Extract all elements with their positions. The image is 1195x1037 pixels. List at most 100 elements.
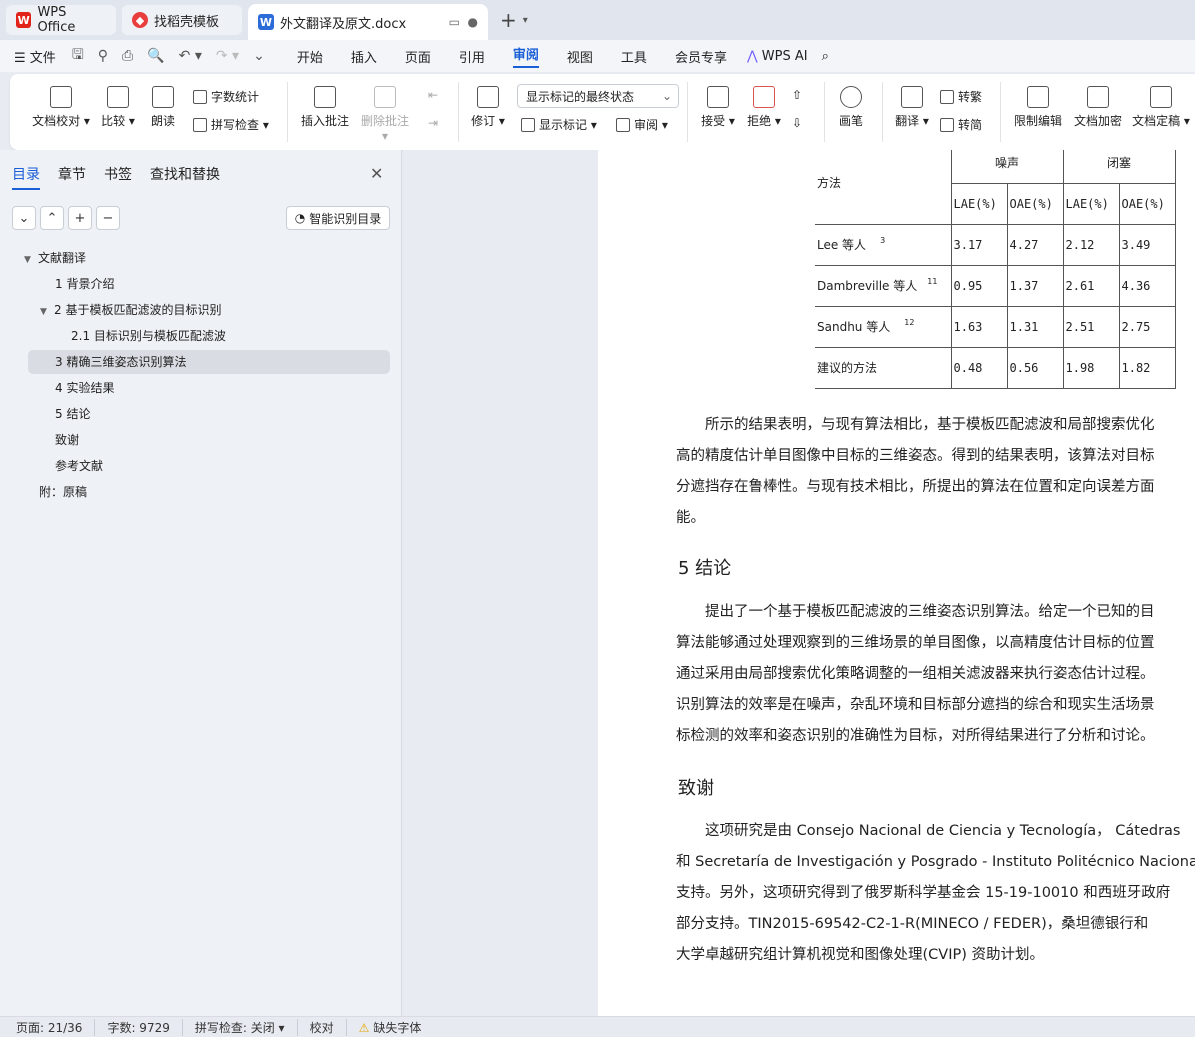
missing-font-status[interactable]: ⚠ 缺失字体	[359, 1019, 434, 1036]
tab-sections[interactable]: 章节	[58, 164, 86, 190]
redo-icon[interactable]: ↷ ▾	[216, 48, 239, 64]
review-pane-button[interactable]: 审阅 ▾	[616, 116, 668, 133]
file-menu[interactable]: ☰ 文件	[14, 47, 56, 66]
doc-check-button[interactable]: 文档校对 ▾	[28, 86, 94, 129]
menu-start[interactable]: 开始	[297, 47, 323, 66]
results-table: 方法 噪声 闭塞 LAE(%) OAE(%) LAE(%) OAE(%) Lee…	[815, 150, 1176, 389]
spell-check-status[interactable]: 拼写检查: 关闭 ▾	[195, 1018, 298, 1036]
toc-item[interactable]: 致谢	[55, 428, 79, 452]
add-heading-button[interactable]: +	[68, 206, 92, 230]
tab-toc[interactable]: 目录	[12, 164, 40, 190]
prev-comment-icon[interactable]: ⇤	[428, 88, 438, 102]
show-markup-button[interactable]: 显示标记 ▾	[521, 116, 597, 133]
read-aloud-button[interactable]: 朗读	[146, 86, 180, 129]
reject-button[interactable]: 拒绝 ▾	[744, 86, 784, 129]
next-change-icon[interactable]: ⇩	[792, 116, 802, 130]
table-col-header: OAE(%)	[1006, 182, 1064, 225]
revise-icon	[477, 86, 499, 108]
translate-icon	[901, 86, 923, 108]
menu-review[interactable]: 审阅	[512, 44, 539, 68]
markup-state-select[interactable]: 显示标记的最终状态 ⌄	[517, 84, 679, 108]
menu-reference[interactable]: 引用	[459, 47, 485, 66]
simplified-icon	[940, 117, 954, 132]
save-icon[interactable]: 🖫	[72, 44, 84, 68]
word-count-icon	[193, 89, 207, 104]
accept-button[interactable]: 接受 ▾	[698, 86, 738, 129]
menu-member[interactable]: 会员专享	[675, 47, 727, 66]
toc-item[interactable]: ▼ 文献翻译	[24, 246, 86, 270]
tab-controls[interactable]: ▭ ●	[449, 15, 478, 29]
menu-insert[interactable]: 插入	[351, 47, 377, 66]
document-page[interactable]: 方法 噪声 闭塞 LAE(%) OAE(%) LAE(%) OAE(%) Lee…	[598, 150, 1195, 1016]
toc-item[interactable]: 参考文献	[55, 454, 103, 478]
prev-change-icon[interactable]: ⇧	[792, 88, 802, 102]
compare-button[interactable]: 比较 ▾	[98, 86, 138, 129]
tab-document[interactable]: W 外文翻译及原文.docx ▭ ●	[248, 4, 488, 40]
spell-check-button[interactable]: 拼写检查 ▾	[193, 116, 269, 133]
toc-item[interactable]: 附：原稿	[39, 480, 87, 504]
table-row: Sandhu 等人 12 1.63 1.31 2.51 2.75	[815, 305, 1176, 348]
collapse-up-button[interactable]: ⌃	[40, 206, 64, 230]
conclusion-paragraph: 提出了一个基于模板匹配滤波的三维姿态识别算法。给定一个已知的目 算法能够通过处理…	[676, 604, 1155, 744]
next-comment-icon[interactable]: ⇥	[428, 116, 438, 130]
link-icon[interactable]: ⚲	[98, 48, 108, 64]
review-pane-icon	[616, 117, 630, 132]
expand-triangle-icon[interactable]: ▼	[24, 248, 38, 272]
toc-item[interactable]: 5 结论	[55, 402, 90, 426]
remove-heading-button[interactable]: −	[96, 206, 120, 230]
tab-find-replace[interactable]: 查找和替换	[150, 164, 220, 190]
toc-item-selected[interactable]: 3 精确三维姿态识别算法	[28, 350, 390, 374]
expand-down-button[interactable]: ⌄	[12, 206, 36, 230]
table-col-header: LAE(%)	[950, 182, 1008, 225]
plus-icon: +	[74, 210, 86, 226]
delete-comment-button[interactable]: 删除批注 ▾	[358, 86, 412, 143]
tab-bar: W WPS Office ◆ 找稻壳模板 W 外文翻译及原文.docx ▭ ● …	[0, 0, 1195, 40]
print-icon[interactable]: ⎙	[122, 48, 133, 64]
read-aloud-icon	[152, 86, 174, 108]
word-count-indicator[interactable]: 字数: 9729	[107, 1018, 183, 1036]
search-icon[interactable]: ⌕	[822, 49, 829, 64]
wps-ai-button[interactable]: ⋀ WPS AI	[747, 49, 808, 64]
heading-acknowledgement: 致谢	[678, 778, 714, 799]
chevron-down-icon[interactable]: ▾	[523, 15, 528, 26]
tab-wps-office[interactable]: W WPS Office	[6, 5, 116, 35]
tab-template[interactable]: ◆ 找稻壳模板	[122, 5, 242, 35]
toc-item[interactable]: 4 实验结果	[55, 376, 114, 400]
expand-triangle-icon[interactable]: ▼	[40, 300, 54, 324]
table-row: Dambreville 等人 11 0.95 1.37 2.61 4.36	[815, 264, 1176, 307]
warning-icon: ⚠	[358, 1020, 370, 1035]
tab-bookmarks[interactable]: 书签	[104, 164, 132, 190]
undo-icon[interactable]: ↶ ▾	[179, 48, 202, 64]
translate-button[interactable]: 翻译 ▾	[892, 86, 932, 129]
menu-view[interactable]: 视图	[567, 47, 593, 66]
close-icon[interactable]: ✕	[370, 164, 383, 183]
to-simplified-button[interactable]: 转简	[940, 116, 982, 133]
pen-button[interactable]: 画笔	[834, 86, 868, 129]
menu-page[interactable]: 页面	[405, 47, 431, 66]
chevron-down-icon: ⌄	[18, 210, 30, 226]
toc-item[interactable]: 2.1 目标识别与模板匹配滤波	[71, 324, 226, 348]
traditional-icon	[940, 89, 954, 104]
finalize-button[interactable]: 文档定稿 ▾	[1130, 86, 1192, 129]
page-indicator[interactable]: 页面: 21/36	[16, 1018, 96, 1036]
menu-bar: ☰ 文件 🖫 ⚲ ⎙ 🔍 ↶ ▾ ↷ ▾ ⌄ 开始 插入 页面 引用 审阅 视图…	[0, 40, 1195, 72]
pen-icon	[840, 86, 862, 108]
toc-item[interactable]: ▼ 2 基于模板匹配滤波的目标识别	[40, 298, 221, 322]
menu-tools[interactable]: 工具	[621, 47, 647, 66]
tab-label: 找稻壳模板	[154, 14, 220, 30]
revise-button[interactable]: 修订 ▾	[468, 86, 508, 129]
insert-comment-button[interactable]: 插入批注	[298, 86, 352, 129]
smart-icon: ◔	[294, 211, 306, 225]
new-tab-icon[interactable]: +	[500, 8, 517, 32]
restrict-edit-button[interactable]: 限制编辑	[1010, 86, 1066, 129]
smart-toc-button[interactable]: ◔ 智能识别目录	[286, 206, 390, 230]
word-count-button[interactable]: 字数统计	[193, 88, 259, 105]
encrypt-button[interactable]: 文档加密	[1070, 86, 1126, 129]
more-chevron-icon[interactable]: ⌄	[253, 48, 265, 64]
to-traditional-button[interactable]: 转繁	[940, 88, 982, 105]
compare-icon	[107, 86, 129, 108]
results-paragraph: 所示的结果表明，与现有算法相比，基于模板匹配滤波和局部搜索优化 高的精度估计单目…	[676, 417, 1155, 526]
proofread-status[interactable]: 校对	[310, 1018, 347, 1036]
toc-item[interactable]: 1 背景介绍	[55, 272, 114, 296]
print-preview-icon[interactable]: 🔍	[147, 48, 164, 64]
